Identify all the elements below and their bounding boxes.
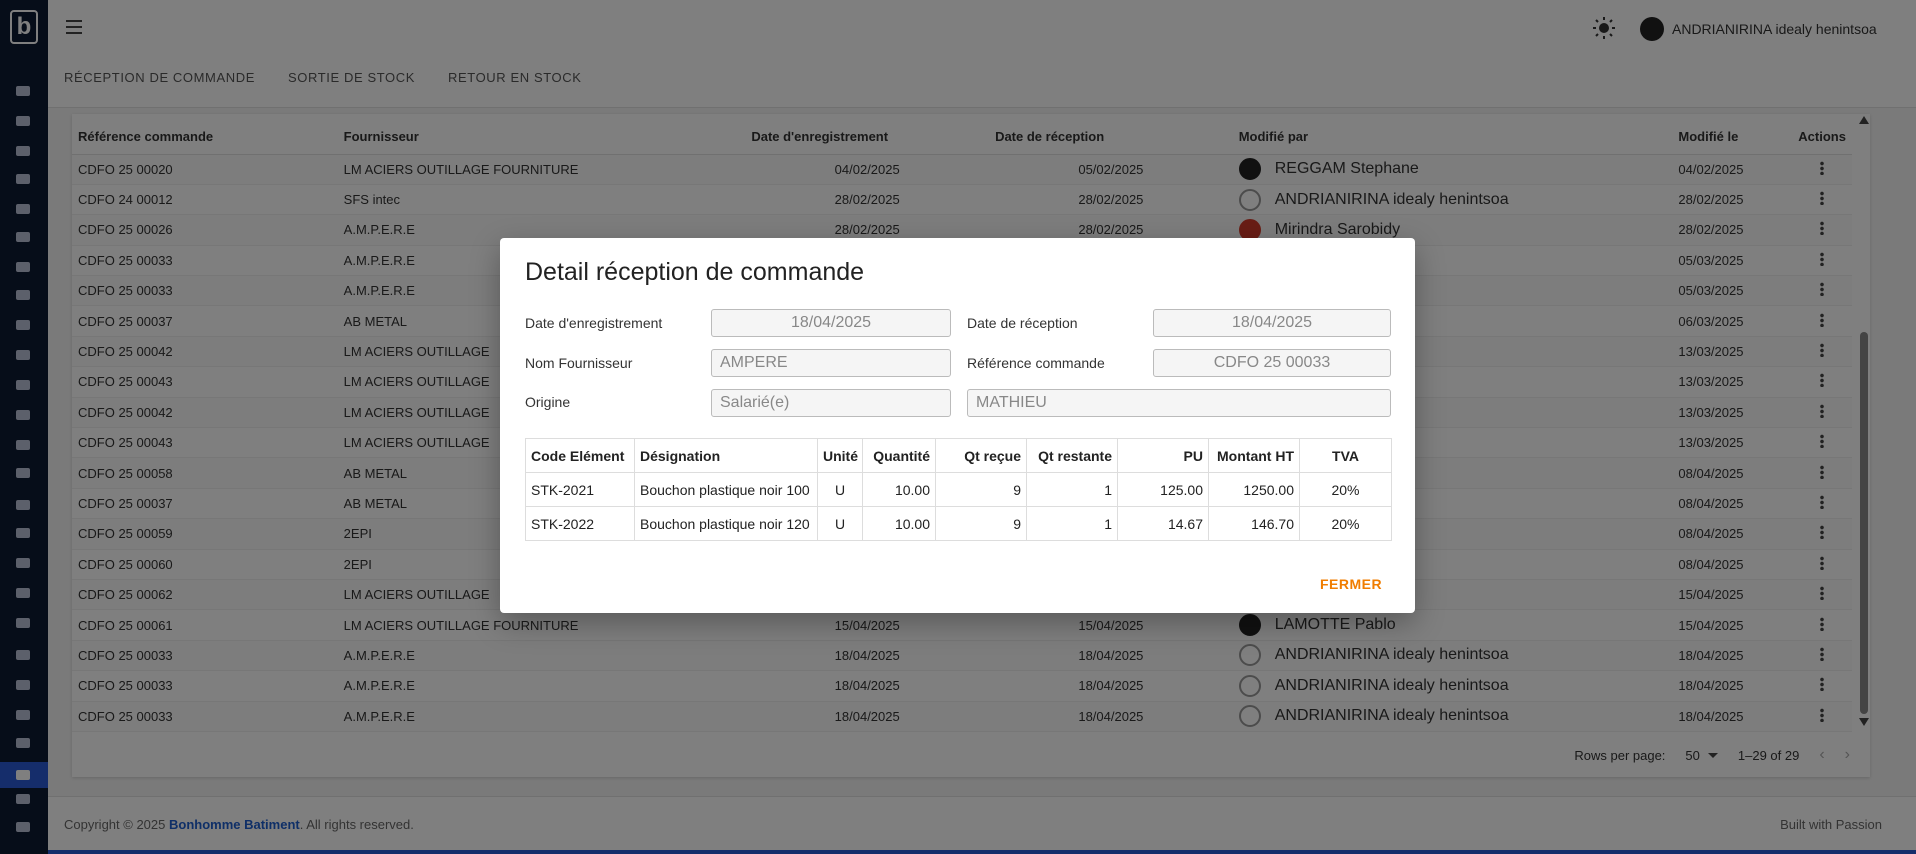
detail-column-header: Qt restante (1026, 438, 1118, 473)
detail-cell: 9 (935, 472, 1027, 507)
nom-fournisseur-field[interactable] (711, 349, 951, 377)
detail-table: Code Elément Désignation Unité Quantité … (525, 438, 1392, 541)
label-origine: Origine (525, 394, 571, 410)
date-reception-field[interactable] (1153, 309, 1391, 337)
origine-field[interactable] (711, 389, 951, 417)
label-nom-fournisseur: Nom Fournisseur (525, 355, 633, 371)
detail-cell: STK-2022 (525, 506, 635, 541)
detail-cell: 14.67 (1117, 506, 1209, 541)
detail-cell: STK-2021 (525, 472, 635, 507)
label-date-reception: Date de réception (967, 315, 1078, 331)
detail-row: STK-2021 Bouchon plastique noir 100 U 10.00… (525, 472, 1392, 507)
detail-cell: U (817, 472, 863, 507)
detail-cell: Bouchon plastique noir 100 (634, 472, 818, 507)
detail-cell: 125.00 (1117, 472, 1209, 507)
detail-cell: 10.00 (862, 472, 936, 507)
detail-column-header: Quantité (862, 438, 936, 473)
detail-cell: 146.70 (1208, 506, 1300, 541)
detail-column-header: Code Elément (525, 438, 635, 473)
detail-column-header: Désignation (634, 438, 818, 473)
label-reference-commande: Référence commande (967, 355, 1105, 371)
close-button[interactable]: FERMER (1320, 576, 1382, 592)
detail-dialog: Detail réception de commande Date d'enre… (500, 238, 1415, 613)
detail-cell: U (817, 506, 863, 541)
detail-column-header: PU (1117, 438, 1209, 473)
detail-column-header: Qt reçue (935, 438, 1027, 473)
label-date-enregistrement: Date d'enregistrement (525, 315, 663, 331)
detail-cell: 1250.00 (1208, 472, 1300, 507)
date-enregistrement-field[interactable] (711, 309, 951, 337)
detail-column-header: Unité (817, 438, 863, 473)
detail-cell: 9 (935, 506, 1027, 541)
detail-cell: 10.00 (862, 506, 936, 541)
reference-commande-field[interactable] (1153, 349, 1391, 377)
dialog-title: Detail réception de commande (525, 258, 865, 286)
detail-column-header: Montant HT (1208, 438, 1300, 473)
detail-cell: 20% (1299, 472, 1392, 507)
detail-cell: 20% (1299, 506, 1392, 541)
detail-cell: Bouchon plastique noir 120 (634, 506, 818, 541)
detail-column-header: TVA (1299, 438, 1392, 473)
detail-cell: 1 (1026, 472, 1118, 507)
origine-name-field[interactable] (967, 389, 1391, 417)
detail-cell: 1 (1026, 506, 1118, 541)
detail-row: STK-2022 Bouchon plastique noir 120 U 10.00… (525, 506, 1392, 541)
